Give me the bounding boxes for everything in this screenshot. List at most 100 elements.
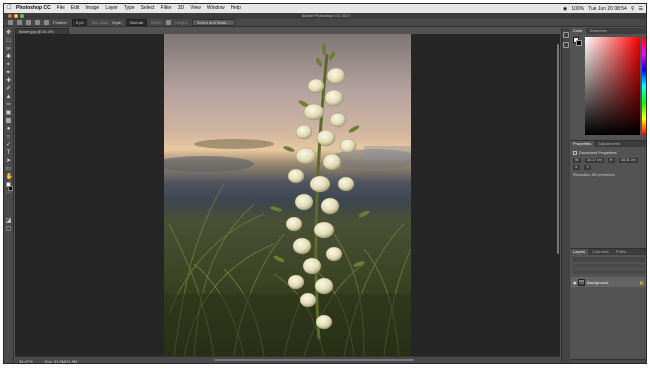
swap-dimensions-icon[interactable] xyxy=(166,20,172,25)
blur-tool-icon[interactable]: ● xyxy=(6,126,12,132)
window-controls xyxy=(8,14,24,18)
properties-header: Document Properties xyxy=(573,150,645,155)
mac-menu-bar:  Photoshop CC File Edit Image Layer Typ… xyxy=(4,4,646,13)
quick-mask-icon[interactable]: ◪ xyxy=(6,218,12,224)
menu-extras: ◉ 100% Tue Jun 20 08:54 ⚲ ☰ xyxy=(561,6,646,12)
canvas-vertical-scrollbar[interactable] xyxy=(557,44,559,254)
style-label: Style: xyxy=(111,20,122,25)
tab-layers[interactable]: Layers xyxy=(570,249,589,255)
pen-tool-icon[interactable]: ✓ xyxy=(6,142,12,148)
quick-select-tool-icon[interactable]: ✱ xyxy=(6,54,12,60)
screen-mode-icon[interactable]: ▢ xyxy=(6,226,12,232)
tab-channels[interactable]: Channels xyxy=(589,249,612,255)
marquee-tool-preset-icon[interactable] xyxy=(8,20,13,25)
zoom-level[interactable]: 34.47% xyxy=(19,359,33,364)
menu-window[interactable]: Window xyxy=(204,4,228,13)
close-window-button[interactable] xyxy=(8,14,12,18)
marquee-tool-icon[interactable]: □ xyxy=(6,38,12,44)
document-icon xyxy=(573,150,577,155)
tools-panel: ✥ □ ∞ ✱ ⌖ ✒ ✚ ✐ ▲ ✑ ▣ ▩ ● ○ ✓ T ➤ ▭ ✋ ⚲ … xyxy=(4,28,14,363)
minimize-window-button[interactable] xyxy=(14,14,18,18)
color-picker-field[interactable] xyxy=(585,37,640,135)
eyedropper-tool-icon[interactable]: ✒ xyxy=(6,70,12,76)
menu-list-icon[interactable]: ☰ xyxy=(637,6,645,12)
battery-indicator[interactable]: 100% xyxy=(569,6,586,12)
history-panel-icon[interactable] xyxy=(563,32,569,38)
clone-stamp-tool-icon[interactable]: ▲ xyxy=(6,94,12,100)
color-panel-background-swatch[interactable] xyxy=(576,40,582,46)
right-panel-dock: Color Swatches Properties Adjustments Do… xyxy=(570,28,646,363)
feather-input[interactable]: 0 px xyxy=(71,19,88,26)
resolution-text: Resolution: 300 pixels/inch xyxy=(573,173,615,177)
menu-edit[interactable]: Edit xyxy=(68,4,83,13)
layer-filter-row[interactable] xyxy=(573,257,645,262)
screenshot-frame:  Photoshop CC File Edit Image Layer Typ… xyxy=(0,0,650,369)
menu-help[interactable]: Help xyxy=(228,4,244,13)
type-tool-icon[interactable]: T xyxy=(6,150,12,156)
antialias-checkbox[interactable]: Anti-alias xyxy=(91,20,107,25)
add-selection-icon[interactable] xyxy=(26,20,31,25)
properties-panel-tabs: Properties Adjustments xyxy=(570,141,646,147)
crop-tool-icon[interactable]: ⌖ xyxy=(6,62,12,68)
gradient-tool-icon[interactable]: ▩ xyxy=(6,118,12,124)
hand-tool-icon[interactable]: ✋ xyxy=(6,174,13,180)
menu-view[interactable]: View xyxy=(187,4,204,13)
feather-label: Feather: xyxy=(53,20,68,25)
intersect-selection-icon[interactable] xyxy=(44,20,49,25)
menu-clock[interactable]: Tue Jun 20 08:54 xyxy=(586,6,629,12)
tab-adjustments[interactable]: Adjustments xyxy=(595,141,623,147)
healing-tool-icon[interactable]: ✚ xyxy=(6,78,12,84)
photoshop-window:  Photoshop CC File Edit Image Layer Typ… xyxy=(3,3,647,364)
shape-tool-icon[interactable]: ▭ xyxy=(6,166,12,172)
lasso-tool-icon[interactable]: ∞ xyxy=(6,46,12,52)
collapsed-panels-strip xyxy=(561,28,570,363)
visibility-eye-icon[interactable]: ◉ xyxy=(573,280,577,285)
tab-properties[interactable]: Properties xyxy=(570,141,595,147)
menu-file[interactable]: File xyxy=(54,4,68,13)
color-panel: Color Swatches xyxy=(570,28,646,140)
width-label-prop: W: xyxy=(573,158,582,163)
new-selection-icon[interactable] xyxy=(17,20,22,25)
layers-panel-footer xyxy=(570,359,646,363)
style-select[interactable]: Normal xyxy=(125,19,147,26)
canvas-horizontal-scrollbar[interactable] xyxy=(214,359,414,361)
options-bar: Feather: 0 px Anti-alias Style: Normal W… xyxy=(4,19,646,27)
blend-mode-row[interactable] xyxy=(573,264,645,268)
eraser-tool-icon[interactable]: ▣ xyxy=(6,110,12,116)
wifi-icon[interactable]: ◉ xyxy=(561,6,569,12)
history-brush-tool-icon[interactable]: ✑ xyxy=(6,102,12,108)
search-icon[interactable]: ⚲ xyxy=(629,6,637,12)
menu-layer[interactable]: Layer xyxy=(102,4,121,13)
layers-panel: Layers Channels Paths ◉ Background 🔒 xyxy=(570,248,646,363)
menu-filter[interactable]: Filter xyxy=(158,4,175,13)
height-label-prop: H: xyxy=(607,158,616,163)
layer-thumbnail xyxy=(578,278,585,286)
select-and-mask-button[interactable]: Select and Mask... xyxy=(191,19,235,26)
hue-slider[interactable] xyxy=(642,37,646,135)
width-value[interactable]: 34.17 cm xyxy=(585,158,604,163)
layer-name: Background xyxy=(587,279,609,285)
menu-app-name[interactable]: Photoshop CC xyxy=(13,4,54,13)
brush-tool-icon[interactable]: ✐ xyxy=(6,86,12,92)
brush-settings-panel-icon[interactable] xyxy=(563,42,569,48)
menu-select[interactable]: Select xyxy=(138,4,158,13)
zoom-window-button[interactable] xyxy=(20,14,24,18)
document-size[interactable]: Doc: 31.9M/31.9M xyxy=(45,359,78,364)
tab-swatches[interactable]: Swatches xyxy=(587,28,610,34)
height-value[interactable]: 48.31 cm xyxy=(619,158,638,163)
subtract-selection-icon[interactable] xyxy=(35,20,40,25)
layer-row-background[interactable]: ◉ Background 🔒 xyxy=(571,277,646,287)
lock-row[interactable] xyxy=(573,270,645,274)
x-label: X: xyxy=(573,165,581,170)
menu-3d[interactable]: 3D xyxy=(175,4,187,13)
dodge-tool-icon[interactable]: ○ xyxy=(6,134,12,140)
color-panel-tabs: Color Swatches xyxy=(570,28,646,34)
tab-color[interactable]: Color xyxy=(570,28,586,34)
menu-image[interactable]: Image xyxy=(82,4,102,13)
background-color-swatch[interactable] xyxy=(8,186,13,191)
path-select-tool-icon[interactable]: ➤ xyxy=(6,158,12,164)
tab-paths[interactable]: Paths xyxy=(613,249,629,255)
move-tool-icon[interactable]: ✥ xyxy=(6,30,12,36)
menu-type[interactable]: Type xyxy=(121,4,138,13)
image-canvas[interactable] xyxy=(164,34,411,356)
